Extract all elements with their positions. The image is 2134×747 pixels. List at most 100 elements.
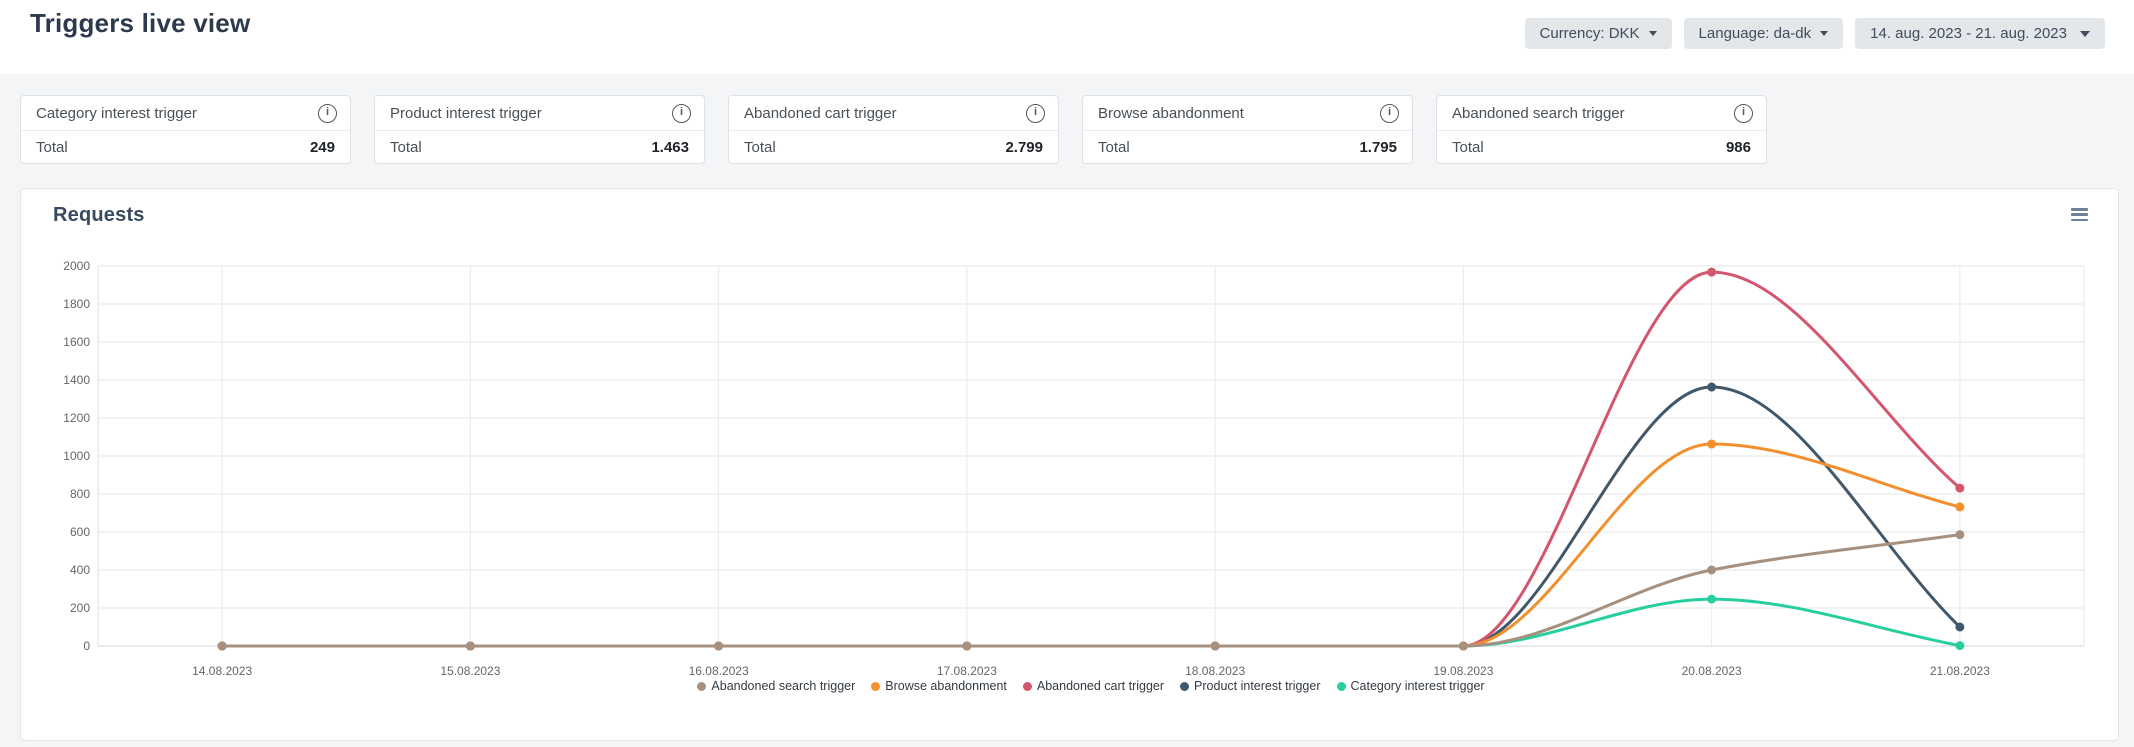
card-header: Abandoned cart trigger i	[729, 96, 1058, 131]
total-label: Total	[1098, 138, 1130, 156]
x-axis-label: 16.08.2023	[689, 664, 749, 678]
card-body: Total 249	[21, 131, 350, 163]
card-header: Product interest trigger i	[375, 96, 704, 131]
series-point-product-interest-trigger[interactable]	[1955, 622, 1965, 632]
series-point-abandoned-search-trigger[interactable]	[1707, 565, 1717, 575]
series-point-category-interest-trigger[interactable]	[1955, 641, 1965, 651]
info-icon[interactable]: i	[318, 103, 337, 123]
x-axis-label: 14.08.2023	[192, 664, 252, 678]
card-title: Product interest trigger	[390, 104, 542, 122]
stat-card-category-interest: Category interest trigger i Total 249	[20, 95, 351, 164]
series-point-abandoned-cart-trigger[interactable]	[1707, 267, 1717, 277]
stat-card-abandoned-cart: Abandoned cart trigger i Total 2.799	[728, 95, 1059, 164]
series-line-product-interest-trigger[interactable]	[220, 385, 1962, 648]
series-point-abandoned-search-trigger[interactable]	[1458, 641, 1468, 651]
series-point-product-interest-trigger[interactable]	[1707, 382, 1717, 392]
series-point-abandoned-search-trigger[interactable]	[217, 641, 227, 651]
x-axis-label: 20.08.2023	[1682, 664, 1742, 678]
filter-bar: Currency: DKK Language: da-dk 14. aug. 2…	[1524, 18, 2105, 49]
legend-label: Abandoned search trigger	[711, 679, 856, 693]
x-axis-label: 19.08.2023	[1433, 664, 1493, 678]
card-header: Abandoned search trigger i	[1437, 96, 1766, 131]
x-axis-label: 17.08.2023	[937, 664, 997, 678]
y-axis-label: 1200	[63, 411, 90, 425]
legend-item-browse-abandonment[interactable]: Browse abandonment	[871, 679, 1007, 693]
requests-chart-svg[interactable]: 0 200 400 600 800 1000 1200 1400 1600 1800 2000 14.…	[21, 189, 2118, 740]
series-point-abandoned-search-trigger[interactable]	[1955, 530, 1965, 540]
total-label: Total	[1452, 138, 1484, 156]
legend-item-abandoned-search-trigger[interactable]: Abandoned search trigger	[697, 679, 855, 693]
chart-context-menu-icon[interactable]	[2071, 208, 2088, 221]
card-body: Total 1.463	[375, 131, 704, 163]
stat-card-product-interest: Product interest trigger i Total 1.463	[374, 95, 705, 164]
series-point-browse-abandonment[interactable]	[1707, 439, 1717, 449]
chevron-down-icon	[1820, 31, 1829, 36]
total-value: 2.799	[1005, 138, 1043, 156]
page-title: Triggers live view	[30, 8, 251, 38]
legend-marker-icon	[1336, 681, 1346, 691]
legend-marker-icon	[1022, 681, 1032, 691]
series-point-abandoned-search-trigger[interactable]	[714, 641, 724, 651]
stat-card-browse-abandonment: Browse abandonment i Total 1.795	[1082, 95, 1413, 164]
chevron-down-icon	[2080, 30, 2090, 37]
legend-marker-icon	[871, 681, 881, 691]
y-axis-label: 1000	[63, 449, 90, 463]
card-header: Browse abandonment i	[1083, 96, 1412, 131]
card-body: Total 986	[1437, 131, 1766, 163]
y-axis-label: 200	[70, 601, 90, 615]
card-body: Total 1.795	[1083, 131, 1412, 163]
y-axis-label: 400	[70, 563, 90, 577]
series-point-browse-abandonment[interactable]	[1955, 502, 1965, 512]
series-line-abandoned-search-trigger[interactable]	[220, 533, 1962, 648]
card-body: Total 2.799	[729, 131, 1058, 163]
y-axis-label: 0	[83, 639, 90, 653]
chart-title: Requests	[53, 204, 145, 226]
series-point-category-interest-trigger[interactable]	[1707, 594, 1717, 604]
y-axis-label: 800	[70, 487, 90, 501]
info-icon[interactable]: i	[1734, 103, 1753, 123]
series-point-abandoned-search-trigger[interactable]	[1210, 641, 1220, 651]
legend-item-abandoned-cart-trigger[interactable]: Abandoned cart trigger	[1022, 679, 1165, 693]
stat-cards-row: Category interest trigger i Total 249 Pr…	[20, 95, 1767, 164]
info-icon[interactable]: i	[672, 103, 691, 123]
card-title: Category interest trigger	[36, 104, 197, 122]
chart-legend: Abandoned search trigger Browse abandonme…	[98, 679, 2084, 693]
requests-chart-card: 0 200 400 600 800 1000 1200 1400 1600 1800 2000 14.…	[20, 188, 2119, 741]
card-title: Browse abandonment	[1098, 104, 1244, 122]
x-axis-label: 21.08.2023	[1930, 664, 1990, 678]
y-axis-label: 2000	[63, 259, 90, 273]
series-line-browse-abandonment[interactable]	[220, 442, 1962, 648]
y-axis-label: 1800	[63, 297, 90, 311]
total-value: 249	[309, 138, 335, 156]
daterange-filter-button[interactable]: 14. aug. 2023 - 21. aug. 2023	[1855, 18, 2105, 49]
top-header-bar: Triggers live view Currency: DKK Languag…	[0, 0, 2134, 74]
legend-item-category-interest-trigger[interactable]: Category interest trigger	[1336, 679, 1485, 693]
total-value: 1.463	[651, 138, 689, 156]
y-axis-label: 1400	[63, 373, 90, 387]
legend-label: Category interest trigger	[1350, 679, 1485, 693]
y-axis-label: 600	[70, 525, 90, 539]
series-line-abandoned-cart-trigger[interactable]	[220, 270, 1962, 648]
legend-label: Abandoned cart trigger	[1036, 679, 1165, 693]
currency-filter-button[interactable]: Currency: DKK	[1524, 18, 1672, 49]
y-axis-label: 1600	[63, 335, 90, 349]
x-axis-label: 18.08.2023	[1185, 664, 1245, 678]
legend-item-product-interest-trigger[interactable]: Product interest trigger	[1180, 679, 1321, 693]
series-point-abandoned-search-trigger[interactable]	[962, 641, 972, 651]
legend-marker-icon	[1180, 681, 1190, 691]
language-filter-button[interactable]: Language: da-dk	[1683, 18, 1844, 49]
triggers-live-view-page: Triggers live view Currency: DKK Languag…	[0, 0, 2134, 747]
card-title: Abandoned search trigger	[1452, 104, 1625, 122]
legend-label: Product interest trigger	[1194, 679, 1321, 693]
info-icon[interactable]: i	[1380, 103, 1399, 123]
daterange-filter-label: 14. aug. 2023 - 21. aug. 2023	[1870, 25, 2067, 42]
card-title: Abandoned cart trigger	[744, 104, 897, 122]
series-line-category-interest-trigger[interactable]	[220, 597, 1962, 648]
total-label: Total	[390, 138, 422, 156]
currency-filter-label: Currency: DKK	[1539, 25, 1640, 42]
legend-marker-icon	[697, 681, 707, 691]
total-value: 986	[1725, 138, 1751, 156]
info-icon[interactable]: i	[1026, 103, 1045, 123]
series-point-abandoned-cart-trigger[interactable]	[1955, 483, 1965, 493]
series-point-abandoned-search-trigger[interactable]	[465, 641, 475, 651]
